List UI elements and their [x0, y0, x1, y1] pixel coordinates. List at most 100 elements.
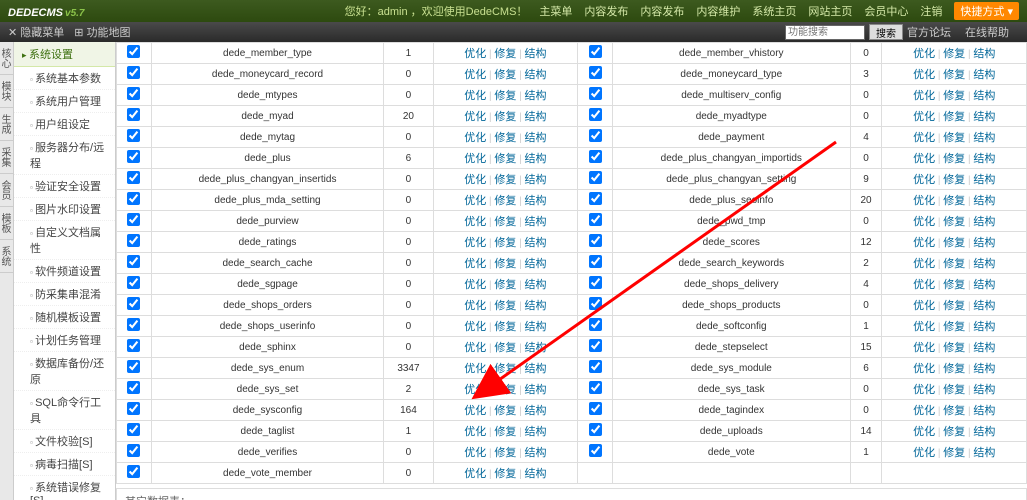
- op-link[interactable]: 修复: [943, 405, 965, 417]
- row-checkbox[interactable]: [589, 150, 602, 163]
- function-map-button[interactable]: ⊞ 功能地图: [74, 24, 130, 40]
- sidebar-item[interactable]: 病毒扫描[S]: [14, 453, 115, 476]
- op-link[interactable]: 优化: [464, 48, 486, 60]
- op-link[interactable]: 修复: [943, 153, 965, 165]
- op-link[interactable]: 优化: [464, 405, 486, 417]
- op-link[interactable]: 优化: [464, 468, 486, 480]
- op-link[interactable]: 修复: [943, 363, 965, 375]
- row-checkbox[interactable]: [589, 66, 602, 79]
- row-checkbox[interactable]: [127, 423, 140, 436]
- op-link[interactable]: 修复: [494, 132, 516, 144]
- op-link[interactable]: 优化: [464, 237, 486, 249]
- row-checkbox[interactable]: [127, 45, 140, 58]
- op-link[interactable]: 修复: [494, 279, 516, 291]
- row-checkbox[interactable]: [127, 339, 140, 352]
- op-link[interactable]: 修复: [943, 90, 965, 102]
- op-link[interactable]: 结构: [973, 195, 995, 207]
- row-checkbox[interactable]: [589, 192, 602, 205]
- op-link[interactable]: 优化: [913, 132, 935, 144]
- sidebar-item[interactable]: 软件频道设置: [14, 260, 115, 283]
- op-link[interactable]: 优化: [464, 384, 486, 396]
- row-checkbox[interactable]: [127, 192, 140, 205]
- op-link[interactable]: 结构: [973, 111, 995, 123]
- row-checkbox[interactable]: [127, 108, 140, 121]
- row-checkbox[interactable]: [127, 213, 140, 226]
- nav-content-maint[interactable]: 内容维护: [696, 3, 740, 19]
- op-link[interactable]: 结构: [525, 468, 547, 480]
- op-link[interactable]: 结构: [525, 195, 547, 207]
- op-link[interactable]: 优化: [913, 48, 935, 60]
- row-checkbox[interactable]: [589, 171, 602, 184]
- sidebar-item[interactable]: 系统用户管理: [14, 90, 115, 113]
- row-checkbox[interactable]: [127, 150, 140, 163]
- op-link[interactable]: 修复: [943, 447, 965, 459]
- op-link[interactable]: 修复: [494, 153, 516, 165]
- nav-sys-home[interactable]: 系统主页: [752, 3, 796, 19]
- op-link[interactable]: 结构: [525, 447, 547, 459]
- op-link[interactable]: 修复: [494, 174, 516, 186]
- row-checkbox[interactable]: [127, 402, 140, 415]
- op-link[interactable]: 结构: [525, 153, 547, 165]
- op-link[interactable]: 优化: [464, 426, 486, 438]
- op-link[interactable]: 优化: [464, 321, 486, 333]
- op-link[interactable]: 优化: [464, 342, 486, 354]
- op-link[interactable]: 结构: [525, 384, 547, 396]
- op-link[interactable]: 结构: [525, 216, 547, 228]
- sidebar-item[interactable]: 用户组设定: [14, 113, 115, 136]
- row-checkbox[interactable]: [127, 87, 140, 100]
- function-search-input[interactable]: [785, 25, 865, 40]
- op-link[interactable]: 修复: [943, 48, 965, 60]
- row-checkbox[interactable]: [127, 465, 140, 478]
- side-tab-0[interactable]: 核心: [0, 42, 13, 75]
- op-link[interactable]: 结构: [973, 216, 995, 228]
- row-checkbox[interactable]: [127, 318, 140, 331]
- op-link[interactable]: 结构: [973, 132, 995, 144]
- row-checkbox[interactable]: [589, 276, 602, 289]
- side-tab-4[interactable]: 会员: [0, 174, 13, 207]
- op-link[interactable]: 优化: [913, 195, 935, 207]
- op-link[interactable]: 修复: [943, 111, 965, 123]
- op-link[interactable]: 结构: [973, 300, 995, 312]
- op-link[interactable]: 优化: [464, 363, 486, 375]
- op-link[interactable]: 修复: [943, 237, 965, 249]
- row-checkbox[interactable]: [589, 297, 602, 310]
- op-link[interactable]: 结构: [525, 363, 547, 375]
- sidebar-item[interactable]: 数据库备份/还原: [14, 352, 115, 391]
- op-link[interactable]: 结构: [525, 405, 547, 417]
- row-checkbox[interactable]: [589, 234, 602, 247]
- nav-logout[interactable]: 注销: [920, 3, 942, 19]
- op-link[interactable]: 优化: [913, 321, 935, 333]
- op-link[interactable]: 优化: [913, 258, 935, 270]
- op-link[interactable]: 优化: [913, 279, 935, 291]
- row-checkbox[interactable]: [589, 255, 602, 268]
- row-checkbox[interactable]: [127, 66, 140, 79]
- op-link[interactable]: 优化: [464, 111, 486, 123]
- op-link[interactable]: 结构: [525, 342, 547, 354]
- op-link[interactable]: 修复: [943, 174, 965, 186]
- op-link[interactable]: 修复: [943, 342, 965, 354]
- op-link[interactable]: 优化: [464, 447, 486, 459]
- op-link[interactable]: 结构: [525, 279, 547, 291]
- row-checkbox[interactable]: [127, 129, 140, 142]
- op-link[interactable]: 结构: [525, 426, 547, 438]
- sidebar-item[interactable]: 服务器分布/远程: [14, 136, 115, 175]
- op-link[interactable]: 优化: [913, 90, 935, 102]
- op-link[interactable]: 结构: [973, 342, 995, 354]
- op-link[interactable]: 修复: [943, 279, 965, 291]
- op-link[interactable]: 修复: [494, 384, 516, 396]
- op-link[interactable]: 结构: [973, 153, 995, 165]
- op-link[interactable]: 优化: [913, 237, 935, 249]
- sidebar-item[interactable]: 图片水印设置: [14, 198, 115, 221]
- op-link[interactable]: 结构: [525, 237, 547, 249]
- op-link[interactable]: 优化: [464, 132, 486, 144]
- op-link[interactable]: 修复: [943, 69, 965, 81]
- op-link[interactable]: 优化: [913, 111, 935, 123]
- op-link[interactable]: 结构: [973, 279, 995, 291]
- row-checkbox[interactable]: [589, 87, 602, 100]
- op-link[interactable]: 修复: [943, 216, 965, 228]
- nav-content-pub[interactable]: 内容发布: [584, 3, 628, 19]
- side-tab-5[interactable]: 模板: [0, 207, 13, 240]
- op-link[interactable]: 修复: [494, 237, 516, 249]
- op-link[interactable]: 修复: [494, 111, 516, 123]
- side-tab-1[interactable]: 模块: [0, 75, 13, 108]
